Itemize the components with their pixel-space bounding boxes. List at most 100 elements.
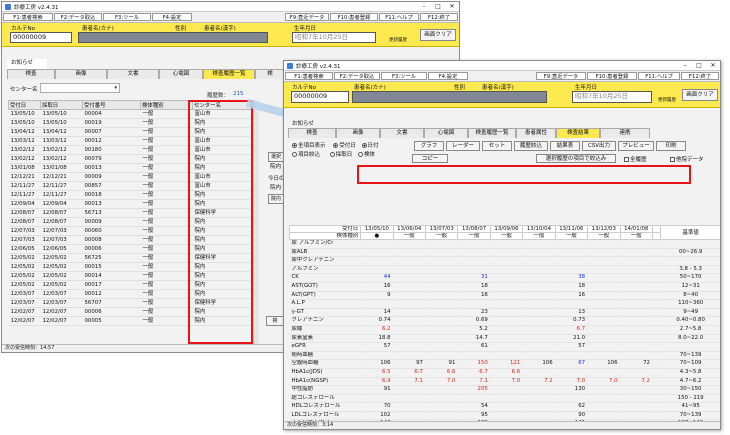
tab-notice[interactable]: お知らせ	[7, 59, 47, 69]
table-row[interactable]: 12/05/02 12/05/02 00015 一般 院内	[8, 262, 254, 272]
specimen-radio[interactable]: 検体	[358, 152, 375, 158]
result-row[interactable]: 尿中クレアチニン	[289, 256, 720, 266]
col-specimen-type[interactable]: 検体種別	[140, 100, 193, 110]
tab-image[interactable]: 画像	[336, 128, 380, 138]
table-row[interactable]: 13/05/10 13/05/10 00019 一般 院内	[8, 118, 254, 128]
tab-exam-history[interactable]: 検査履歴一覧	[468, 128, 516, 138]
table-row[interactable]: 12/02/07 12/02/07 00005 一般 院内	[8, 316, 254, 326]
result-row[interactable]: HbA1c(JDS) 6.5 6.7 6.6 6.7 6.6 4.3~5.8	[289, 368, 720, 378]
result-row[interactable]: 随時血糖 70~139	[289, 351, 720, 361]
f12-exit-button[interactable]: F12:終了	[420, 13, 458, 21]
table-row[interactable]: 12/05/02 12/05/02 00017 一般 院内	[8, 280, 254, 290]
karte-no-input[interactable]: 00000009	[291, 91, 349, 103]
patient-name-field[interactable]	[352, 91, 547, 103]
set-button[interactable]: セット	[482, 141, 512, 151]
close-icon[interactable]: ✕	[706, 61, 720, 71]
f1-patient-search-button[interactable]: F1:患者検索	[3, 13, 53, 21]
table-row[interactable]: 13/02/12 13/02/12 00180 一般 富山市	[8, 145, 254, 155]
all-history-checkbox[interactable]: 全履歴	[624, 155, 647, 163]
history-filter-button[interactable]: 履歴絞込	[514, 141, 548, 151]
table-row[interactable]: 12/08/07 12/08/07 00009 一般 院内	[8, 217, 254, 227]
table-row[interactable]: 13/02/12 13/02/12 00079 一般 院内	[8, 154, 254, 164]
f2-import-button[interactable]: F2:データ取込	[334, 72, 380, 80]
result-row[interactable]: CK 44 31 38 50~170	[289, 273, 720, 283]
csv-export-button[interactable]: CSV出力	[582, 141, 616, 151]
maximize-icon[interactable]: □	[692, 61, 706, 71]
result-row[interactable]: eGFR 57 61 57	[289, 342, 720, 352]
result-row[interactable]: 総コレステロール 150 - 219	[289, 394, 720, 404]
clear-screen-button[interactable]: 画面クリア	[420, 29, 456, 41]
result-row[interactable]: γ-GT 14 23 13 9~49	[289, 308, 720, 318]
f9-recent-data-button[interactable]: F9:直近データ	[536, 72, 586, 80]
f10-register-patient-button[interactable]: F10:患者登録	[587, 72, 637, 80]
date-column-header[interactable]: 14/01/08	[619, 225, 653, 233]
table-row[interactable]: 12/09/04 12/09/04 00013 一般 院内	[8, 199, 254, 209]
select-button[interactable]: 選択	[268, 152, 284, 162]
tab-ecg[interactable]: 心電図	[159, 69, 203, 79]
tab-ecg[interactable]: 心電図	[424, 128, 468, 138]
print-button[interactable]: 印刷	[656, 141, 686, 151]
clear-screen-button[interactable]: 画面クリア	[682, 89, 718, 101]
table-row[interactable]: 12/08/07 12/08/07 56713 一般 保健科学	[8, 208, 254, 218]
table-row[interactable]: 12/02/07 12/02/07 00006 一般 院内	[8, 307, 254, 317]
result-table-button[interactable]: 結果表	[550, 141, 580, 151]
tab-document[interactable]: 文書	[107, 69, 159, 79]
minimize-icon[interactable]: –	[417, 2, 431, 12]
result-row[interactable]: HDLコレステロール 70 54 62 41~95	[289, 402, 720, 412]
f4-settings-button[interactable]: F4:設定	[428, 72, 468, 80]
center-name-select[interactable]: ▾	[40, 83, 120, 93]
collection-date-radio[interactable]: 採取日	[329, 152, 352, 158]
date-column-header[interactable]: 13/08/07	[457, 225, 491, 233]
result-row[interactable]: 中性脂肪 91 205 130 30~150	[289, 385, 720, 395]
patient-name-field[interactable]	[78, 32, 268, 43]
table-row[interactable]: 13/03/12 13/03/12 00012 一般 富山市	[8, 136, 254, 146]
birthdate-field[interactable]: 昭和7年10月25日	[572, 91, 652, 103]
radar-button[interactable]: レーダー	[446, 141, 480, 151]
f4-settings-button[interactable]: F4:設定	[152, 13, 192, 21]
result-row[interactable]: HbA1c(NGSP) 6.9 7.1 7.0 7.1 7.0 7.2 7.0 7.0 7.2 4.…	[289, 377, 720, 387]
f10-register-patient-button[interactable]: F10:患者登録	[330, 13, 378, 21]
f9-recent-data-button[interactable]: F9:直近データ	[285, 13, 329, 21]
minimize-icon[interactable]: –	[678, 61, 692, 71]
date-radio[interactable]: 日付	[361, 143, 379, 149]
reception-date-radio[interactable]: 受付日	[333, 143, 356, 149]
result-row[interactable]: アルブミン 3.8 - 5.3	[289, 265, 720, 275]
karte-no-input[interactable]: 00000009	[10, 32, 72, 43]
date-column-header[interactable]: 13/06/04	[392, 225, 426, 233]
close-icon[interactable]: ✕	[445, 2, 459, 12]
filter-items-radio[interactable]: 項目絞込	[292, 152, 320, 158]
table-row[interactable]: 13/04/12 13/04/12 00007 一般 院内	[8, 127, 254, 137]
table-row[interactable]: 12/07/03 12/07/03 00008 一般 院内	[8, 235, 254, 245]
table-row[interactable]: 12/11/27 12/11/27 00018 一般 院内	[8, 190, 254, 200]
f2-import-button[interactable]: F2:データ取込	[54, 13, 102, 21]
tab-patient-attributes[interactable]: 患者属性	[516, 128, 556, 138]
date-column-header[interactable]: 13/10/04	[522, 225, 556, 233]
result-row[interactable]: クレアチニン 0.74 0.69 0.73 0.40~0.80	[289, 316, 720, 326]
update-history-link[interactable]: 更新履歴	[658, 97, 676, 103]
update-history-link[interactable]: 更新履歴	[389, 37, 407, 43]
table-row[interactable]: 13/05/10 13/05/10 00004 一般 富山市	[8, 109, 254, 119]
copy-button[interactable]: コピー	[412, 154, 448, 163]
table-row[interactable]: 13/01/08 13/01/08 00013 一般 院内	[8, 163, 254, 173]
f11-help-button[interactable]: F11:ヘルプ	[379, 13, 419, 21]
f3-tools-button[interactable]: F3:ツール	[381, 72, 427, 80]
result-row[interactable]: 空腹時血糖 106 97 91 150 121 106 67 106 72 70~109	[289, 359, 720, 369]
side-button-bottom[interactable]: 検	[266, 316, 284, 326]
filter-by-selected-history-button[interactable]: 選択履歴の項目で絞込み	[536, 154, 616, 163]
maximize-icon[interactable]: □	[431, 2, 445, 12]
show-all-radio[interactable]: 全項目表示	[292, 143, 326, 149]
col-reception-date[interactable]: 受付日	[8, 100, 41, 110]
table-row[interactable]: 12/07/03 12/07/03 00060 一般 院内	[8, 226, 254, 236]
inhouse-button[interactable]: 院内	[268, 194, 284, 204]
tab-exam-history[interactable]: 検査履歴一覧	[203, 69, 255, 79]
tab-integration[interactable]: 連携	[600, 128, 650, 138]
result-row[interactable]: 尿 アルブミン/Cr	[289, 239, 720, 249]
birthdate-field[interactable]: 昭和7年10月25日	[292, 32, 376, 43]
result-row[interactable]: 尿酸 6.2 5.2 6.7 2.7~5.8	[289, 325, 720, 335]
tab-exam-results[interactable]: 検査結果	[556, 128, 600, 138]
result-row[interactable]: 尿素窒素 18.8 14.7 21.0 8.0~22.0	[289, 334, 720, 344]
result-row[interactable]: 尿ALB 00~26.9	[289, 248, 720, 258]
history-scrollbar[interactable]	[253, 100, 259, 344]
table-row[interactable]: 12/03/07 12/03/07 56707 一般 保健科学	[8, 298, 254, 308]
result-row[interactable]: AST(GOT) 16 18 18 12~31	[289, 282, 720, 292]
